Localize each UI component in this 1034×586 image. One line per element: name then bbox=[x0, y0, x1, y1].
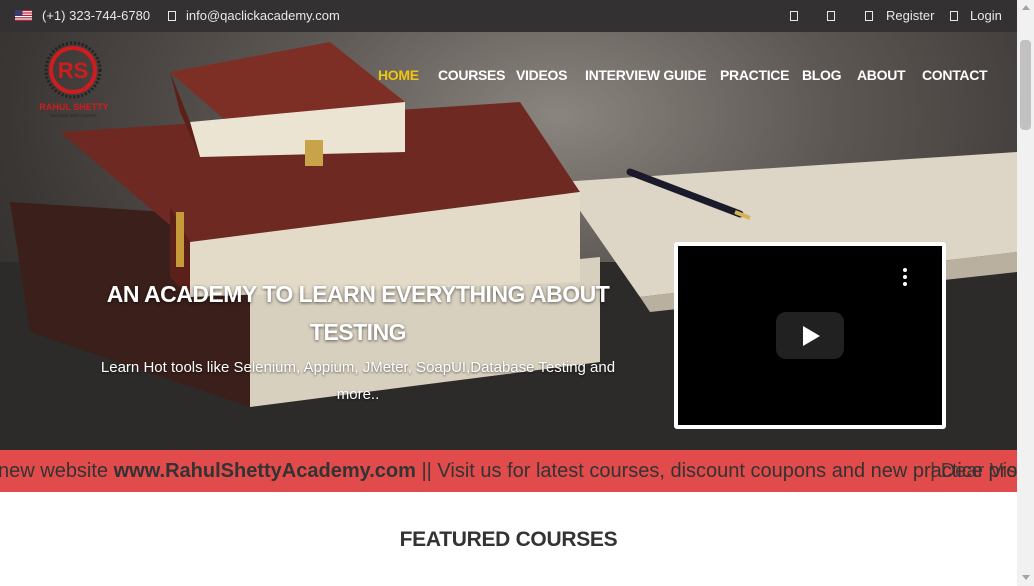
page-scrollbar[interactable] bbox=[1017, 0, 1034, 586]
svg-text:BECOME SDET EXPERT: BECOME SDET EXPERT bbox=[51, 113, 98, 118]
nav-home[interactable]: HOME bbox=[378, 67, 419, 83]
website-link[interactable]: www.RahulShettyAcademy.com bbox=[114, 460, 416, 482]
top-bar: (+1) 323-744-6780 info@qaclickacademy.co… bbox=[0, 0, 1017, 32]
play-button[interactable] bbox=[776, 312, 844, 359]
nav-practice[interactable]: PRACTICE bbox=[720, 67, 789, 83]
envelope-icon bbox=[168, 11, 176, 21]
scroll-down-icon[interactable] bbox=[1022, 575, 1030, 580]
email-link[interactable]: info@qaclickacademy.com bbox=[186, 8, 340, 23]
nav-videos[interactable]: VIDEOS bbox=[516, 67, 567, 83]
svg-text:RAHUL SHETTY: RAHUL SHETTY bbox=[39, 102, 108, 112]
featured-courses-heading: FEATURED COURSES bbox=[399, 528, 618, 551]
register-link[interactable]: Register bbox=[886, 8, 934, 23]
phone-number[interactable]: (+1) 323-744-6780 bbox=[42, 8, 150, 23]
announcement-marquee: new website www.RahulShettyAcademy.com |… bbox=[0, 450, 1017, 492]
marquee-overlap-text: | Dear Vis bbox=[930, 460, 1017, 482]
nav-contact[interactable]: CONTACT bbox=[922, 67, 988, 83]
hero-banner: RS RAHUL SHETTY BECOME SDET EXPERT HOME … bbox=[0, 32, 1017, 450]
hero-subtitle: Learn Hot tools like Selenium, Appium, J… bbox=[100, 359, 616, 403]
user-icon bbox=[865, 11, 873, 21]
nav-blog[interactable]: BLOG bbox=[802, 67, 842, 83]
lock-icon bbox=[950, 11, 958, 21]
login-link[interactable]: Login bbox=[970, 8, 1002, 23]
facebook-icon[interactable] bbox=[827, 11, 835, 21]
nav-about[interactable]: ABOUT bbox=[857, 67, 906, 83]
hero-title: AN ACADEMY TO LEARN EVERYTHING ABOUT TES… bbox=[106, 281, 610, 345]
nav-interview-guide[interactable]: INTERVIEW GUIDE bbox=[585, 67, 707, 83]
scroll-up-icon[interactable] bbox=[1022, 5, 1030, 10]
video-player[interactable] bbox=[674, 242, 946, 429]
nav-courses[interactable]: COURSES bbox=[438, 67, 505, 83]
more-options-icon[interactable] bbox=[900, 268, 910, 290]
main-navigation: HOME COURSES VIDEOS INTERVIEW GUIDE PRAC… bbox=[0, 67, 1017, 83]
twitter-icon[interactable] bbox=[790, 11, 798, 21]
us-flag-icon bbox=[15, 10, 32, 21]
scroll-thumb[interactable] bbox=[1020, 40, 1031, 130]
